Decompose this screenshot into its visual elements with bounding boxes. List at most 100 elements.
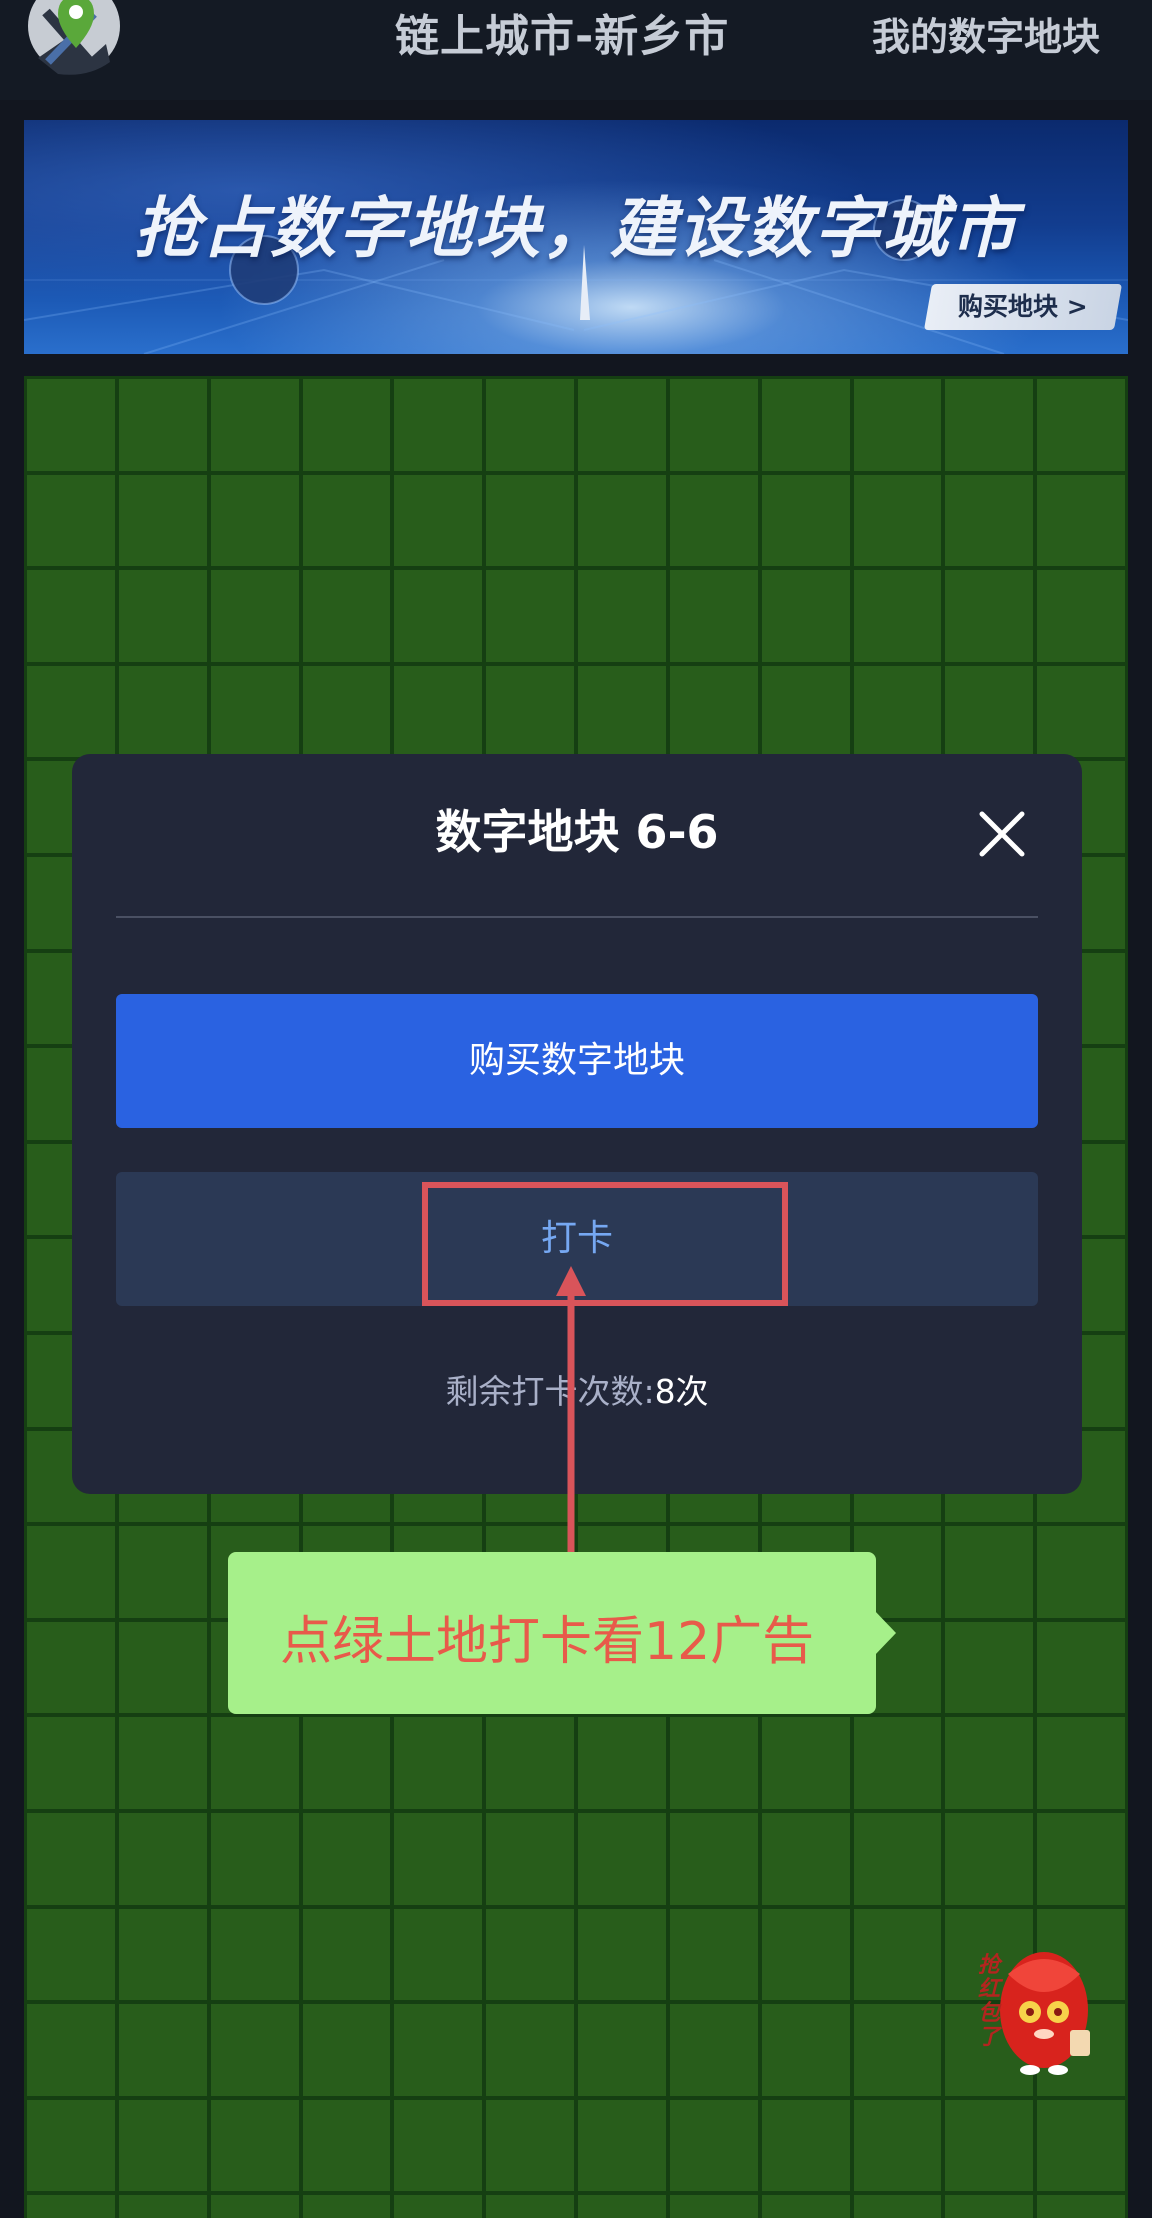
land-block-cell[interactable]	[210, 665, 299, 758]
land-block-cell[interactable]	[945, 2099, 1034, 2192]
land-block-cell[interactable]	[669, 1812, 758, 1905]
land-block-cell[interactable]	[945, 474, 1034, 567]
land-block-cell[interactable]	[486, 665, 574, 758]
land-block-cell[interactable]	[578, 1717, 666, 1809]
land-block-cell[interactable]	[302, 570, 391, 662]
land-block-cell[interactable]	[578, 570, 666, 662]
land-block-cell[interactable]	[118, 1812, 207, 1905]
land-block-cell[interactable]	[118, 2004, 207, 2096]
land-block-cell[interactable]	[578, 2004, 666, 2096]
land-block-cell[interactable]	[27, 474, 115, 567]
land-block-cell[interactable]	[118, 2099, 207, 2192]
land-block-cell[interactable]	[945, 1621, 1034, 1714]
land-block-cell[interactable]	[578, 1908, 666, 2001]
land-block-cell[interactable]	[578, 2099, 666, 2192]
land-block-cell[interactable]	[761, 665, 850, 758]
land-block-cell[interactable]	[118, 1717, 207, 1809]
land-block-cell[interactable]	[118, 379, 207, 471]
land-block-cell[interactable]	[210, 1717, 299, 1809]
land-block-cell[interactable]	[394, 474, 483, 567]
land-block-cell[interactable]	[669, 2195, 758, 2218]
land-block-cell[interactable]	[761, 2099, 850, 2192]
land-block-cell[interactable]	[578, 1812, 666, 1905]
land-block-cell[interactable]	[118, 2195, 207, 2218]
land-block-cell[interactable]	[761, 1908, 850, 2001]
land-block-cell[interactable]	[669, 1908, 758, 2001]
land-block-cell[interactable]	[853, 2099, 942, 2192]
land-block-cell[interactable]	[761, 1812, 850, 1905]
map-pin-logo-icon[interactable]	[28, 0, 120, 76]
land-block-cell[interactable]	[945, 379, 1034, 471]
land-block-cell[interactable]	[210, 2004, 299, 2096]
land-block-cell[interactable]	[853, 1717, 942, 1809]
land-block-cell[interactable]	[761, 474, 850, 567]
land-block-cell[interactable]	[761, 2195, 850, 2218]
close-icon[interactable]	[972, 804, 1032, 864]
land-block-cell[interactable]	[578, 379, 666, 471]
land-block-cell[interactable]	[578, 474, 666, 567]
land-block-cell[interactable]	[945, 665, 1034, 758]
land-block-cell[interactable]	[302, 1812, 391, 1905]
land-block-cell[interactable]	[394, 1908, 483, 2001]
land-block-cell[interactable]	[669, 474, 758, 567]
land-block-cell[interactable]	[853, 570, 942, 662]
land-block-cell[interactable]	[27, 1812, 115, 1905]
my-digital-blocks-link[interactable]: 我的数字地块	[872, 8, 1142, 66]
land-block-cell[interactable]	[1037, 1621, 1125, 1714]
land-block-cell[interactable]	[669, 379, 758, 471]
land-block-cell[interactable]	[486, 2195, 574, 2218]
land-block-cell[interactable]	[27, 1621, 115, 1714]
land-block-cell[interactable]	[118, 474, 207, 567]
promo-banner[interactable]: 抢占数字地块，建设数字城市 购买地块 >	[24, 120, 1128, 354]
land-block-cell[interactable]	[394, 1717, 483, 1809]
land-block-cell[interactable]	[302, 379, 391, 471]
land-block-cell[interactable]	[394, 570, 483, 662]
land-block-cell[interactable]	[669, 570, 758, 662]
land-block-cell[interactable]	[945, 2195, 1034, 2218]
land-block-cell[interactable]	[210, 474, 299, 567]
land-block-cell[interactable]	[1037, 379, 1125, 471]
land-block-cell[interactable]	[210, 1812, 299, 1905]
land-block-cell[interactable]	[27, 2099, 115, 2192]
land-block-cell[interactable]	[210, 570, 299, 662]
land-block-cell[interactable]	[210, 1908, 299, 2001]
land-block-cell[interactable]	[853, 474, 942, 567]
land-block-cell[interactable]	[486, 2004, 574, 2096]
land-block-cell[interactable]	[118, 1526, 207, 1618]
land-block-cell[interactable]	[1037, 1812, 1125, 1905]
land-block-cell[interactable]	[578, 2195, 666, 2218]
land-block-cell[interactable]	[1037, 570, 1125, 662]
land-block-cell[interactable]	[394, 1812, 483, 1905]
land-block-cell[interactable]	[945, 1717, 1034, 1809]
land-block-cell[interactable]	[486, 2099, 574, 2192]
land-block-cell[interactable]	[394, 2195, 483, 2218]
land-block-cell[interactable]	[302, 474, 391, 567]
land-block-cell[interactable]	[853, 2004, 942, 2096]
land-block-cell[interactable]	[27, 379, 115, 471]
land-block-cell[interactable]	[302, 2195, 391, 2218]
land-block-cell[interactable]	[27, 1908, 115, 2001]
land-block-cell[interactable]	[1037, 474, 1125, 567]
land-block-cell[interactable]	[853, 2195, 942, 2218]
land-block-cell[interactable]	[302, 2004, 391, 2096]
land-block-cell[interactable]	[853, 1812, 942, 1905]
land-block-cell[interactable]	[210, 2195, 299, 2218]
land-block-cell[interactable]	[945, 1526, 1034, 1618]
land-block-cell[interactable]	[761, 2004, 850, 2096]
land-block-cell[interactable]	[853, 1908, 942, 2001]
buy-digital-block-button[interactable]: 购买数字地块	[116, 994, 1038, 1128]
land-block-cell[interactable]	[1037, 2099, 1125, 2192]
land-block-cell[interactable]	[394, 2004, 483, 2096]
land-block-cell[interactable]	[669, 1717, 758, 1809]
land-block-cell[interactable]	[394, 2099, 483, 2192]
land-block-cell[interactable]	[118, 570, 207, 662]
land-block-cell[interactable]	[118, 1621, 207, 1714]
red-envelope-mascot-icon[interactable]: 抢红包了	[978, 1930, 1098, 2080]
land-block-cell[interactable]	[394, 665, 483, 758]
land-block-cell[interactable]	[486, 1908, 574, 2001]
land-block-cell[interactable]	[1037, 1526, 1125, 1618]
land-block-cell[interactable]	[761, 379, 850, 471]
land-block-cell[interactable]	[853, 665, 942, 758]
land-block-cell[interactable]	[945, 570, 1034, 662]
land-block-cell[interactable]	[486, 570, 574, 662]
